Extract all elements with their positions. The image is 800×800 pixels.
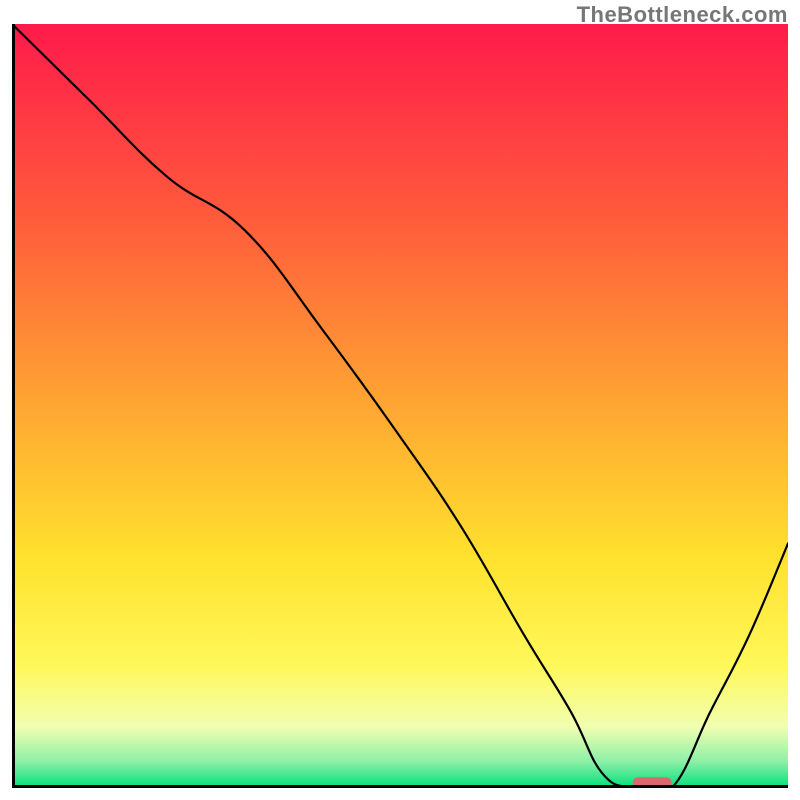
plot-area — [12, 24, 788, 788]
chart-frame: TheBottleneck.com — [0, 0, 800, 800]
axes — [12, 24, 788, 788]
